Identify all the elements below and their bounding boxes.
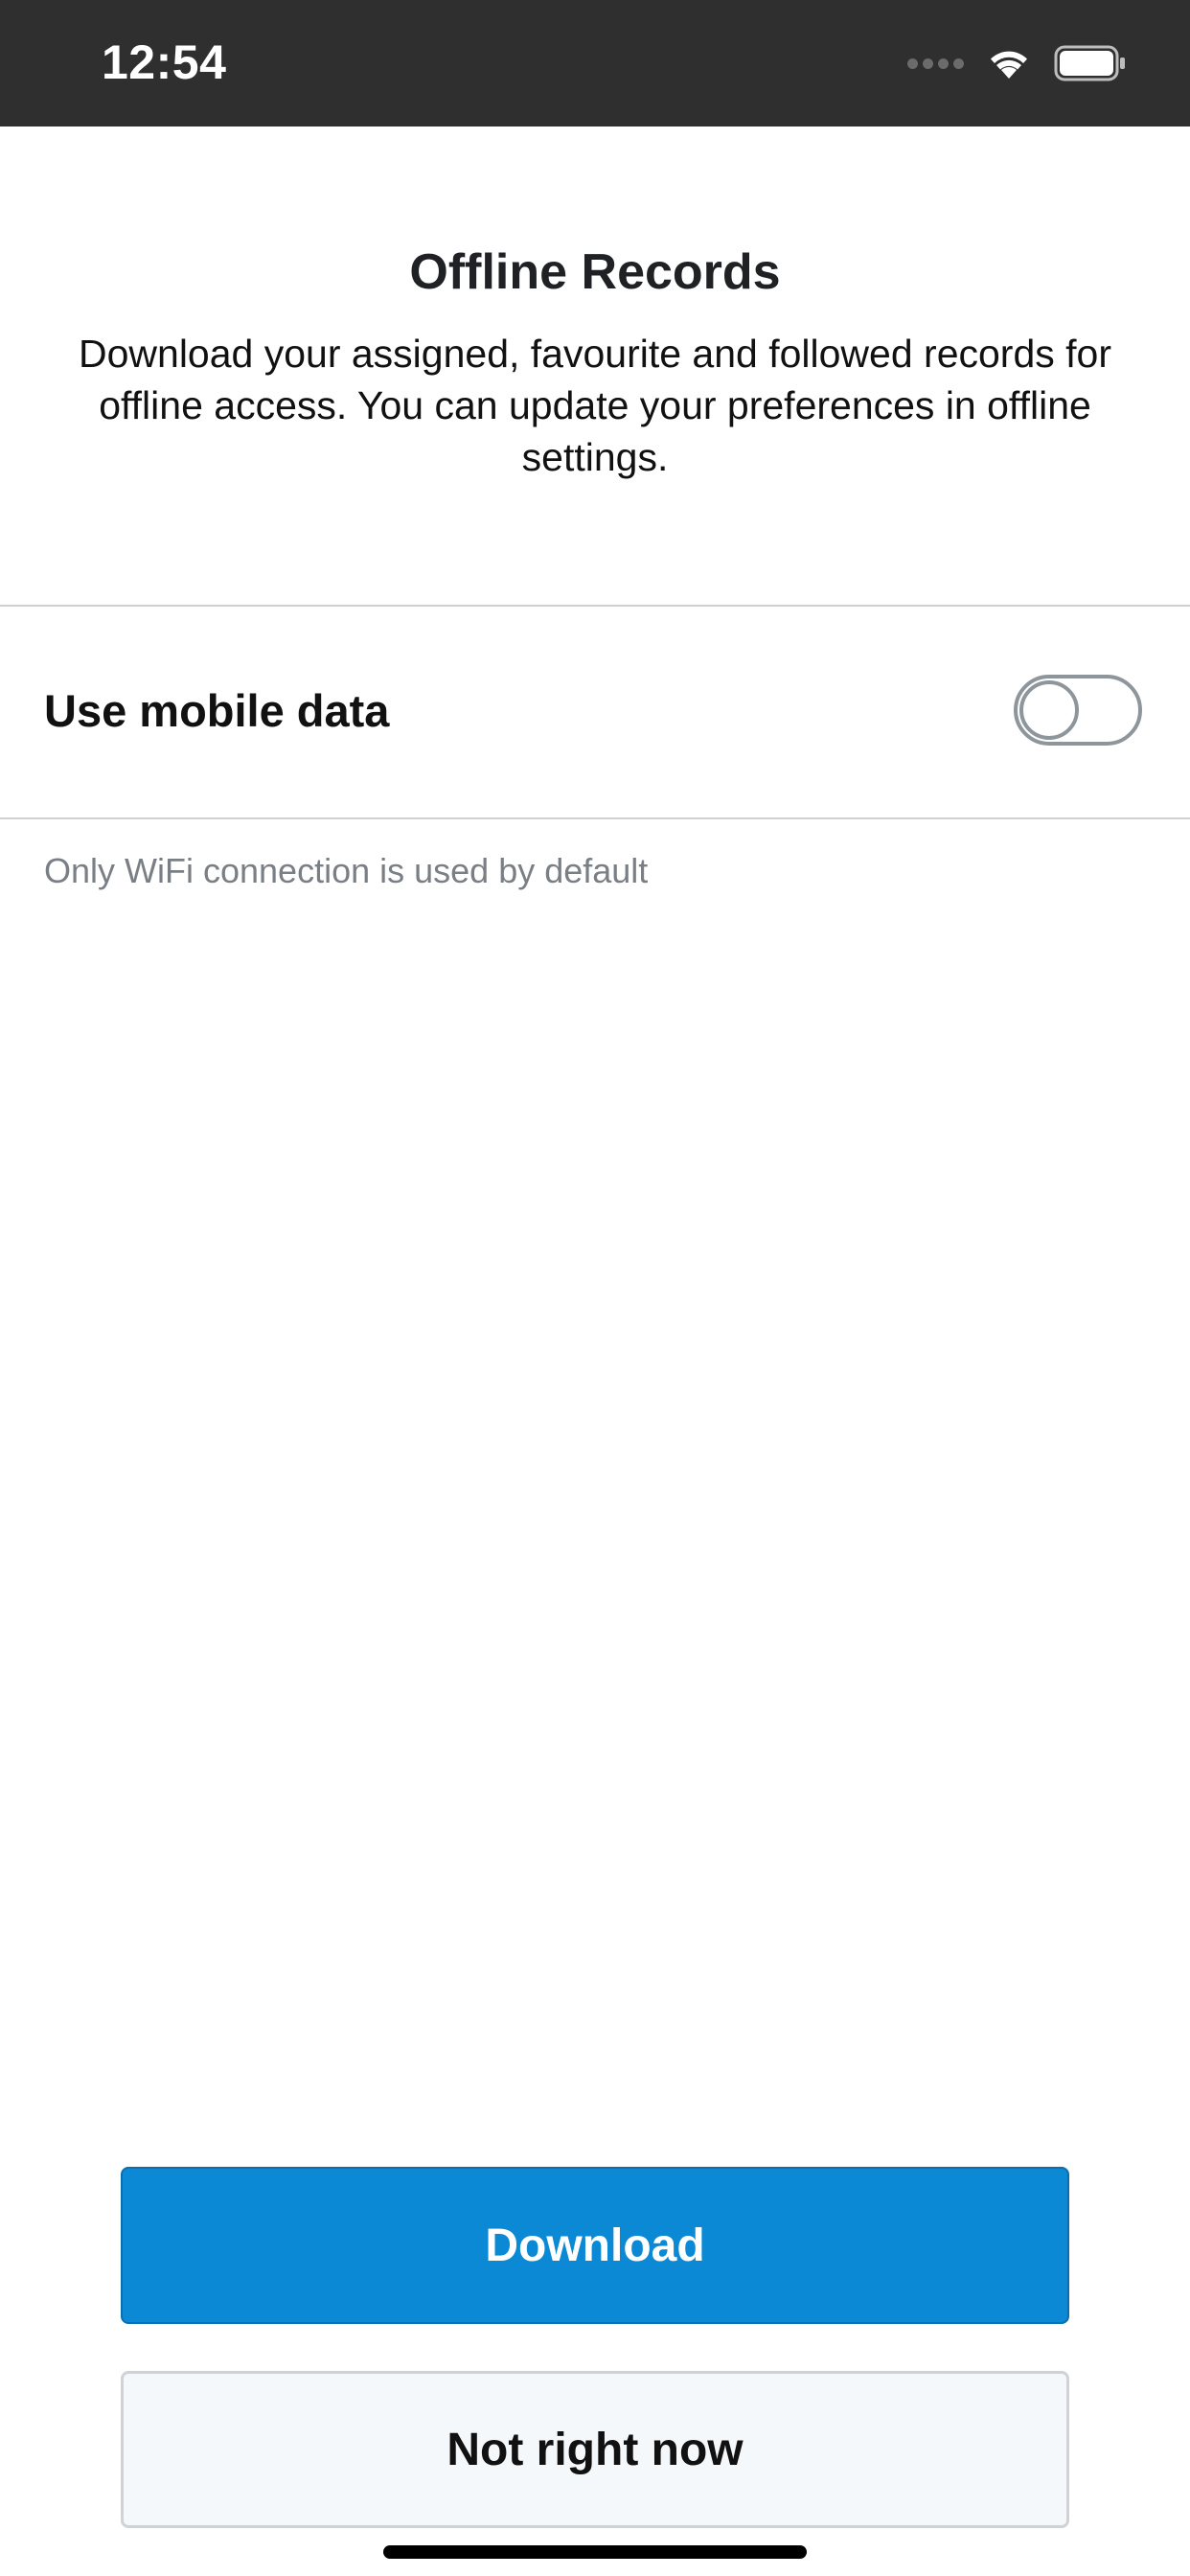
status-icons xyxy=(907,44,1127,82)
toggle-knob xyxy=(1019,680,1079,740)
mobile-data-row: Use mobile data xyxy=(0,608,1190,818)
offline-records-screen: Offline Records Download your assigned, … xyxy=(0,126,1190,2576)
status-bar: 12:54 xyxy=(0,0,1190,126)
not-now-button[interactable]: Not right now xyxy=(121,2371,1069,2528)
battery-icon xyxy=(1054,45,1125,81)
mobile-data-label: Use mobile data xyxy=(44,685,390,736)
mobile-data-toggle[interactable] xyxy=(1014,675,1142,746)
wifi-hint: Only WiFi connection is used by default xyxy=(44,851,649,890)
page-title: Offline Records xyxy=(409,244,781,300)
divider-top xyxy=(0,605,1190,607)
status-time: 12:54 xyxy=(102,35,227,89)
download-button[interactable]: Download xyxy=(121,2167,1069,2324)
divider-bottom xyxy=(0,817,1190,819)
home-indicator xyxy=(383,2545,807,2559)
signal-dots-icon xyxy=(907,58,964,69)
wifi-icon xyxy=(991,51,1027,79)
page-description: Download your assigned, favourite and fo… xyxy=(79,332,1111,479)
